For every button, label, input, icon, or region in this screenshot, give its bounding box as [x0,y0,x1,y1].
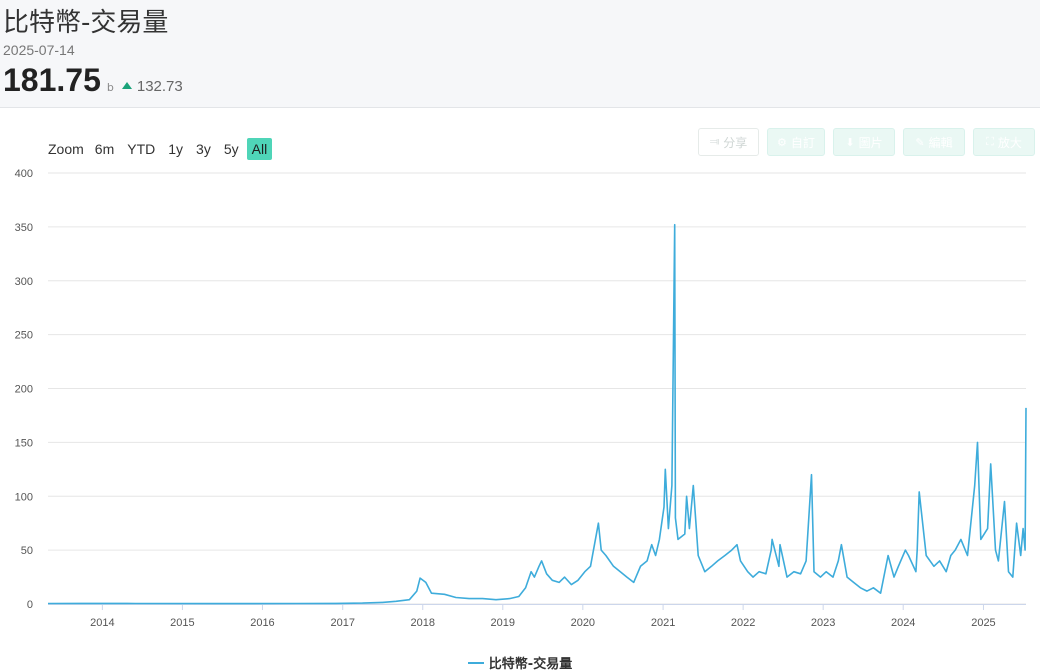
y-tick-label-0: 0 [27,599,33,611]
y-tick-label-50: 50 [21,545,33,557]
y-tick-label-250: 250 [15,330,33,342]
x-tick-label-2021: 2021 [651,617,675,629]
gridlines [48,172,1026,605]
header: 比特幣-交易量 2025-07-14 181.75 b 132.73 [0,0,1040,108]
x-tick-label-2019: 2019 [491,617,515,629]
up-arrow-icon [121,82,132,89]
x-tick-label-2016: 2016 [250,617,274,629]
latest-date: 2025-07-14 [3,42,75,58]
chart-toolbar: ⫥ 分享 ⚙ 自訂 ⬇ 圖片 ✎ 編輯 ⛶ 放大 [698,128,1040,156]
pencil-icon: ✎ [915,135,925,149]
x-tick-label-2025: 2025 [971,617,995,629]
share-icon: ⫥ [709,135,720,148]
y-tick-label-150: 150 [15,437,33,449]
y-tick-label-100: 100 [15,491,33,503]
legend-label: 比特幣-交易量 [488,657,573,672]
gear-icon: ⚙ [777,135,787,149]
latest-value: 181.75 [3,62,101,98]
range-button-ytd[interactable]: YTD [122,138,160,160]
share-button[interactable]: ⫥ 分享 [698,128,759,156]
line-chart: 050100150200250300350400 2014 2015 2016 201… [15,168,1027,629]
image-label: 圖片 [858,135,883,150]
fullscreen-label: 放大 [997,135,1022,150]
x-tick-label-2015: 2015 [170,617,194,629]
expand-icon: ⛶ [986,135,994,148]
series-line-0 [47,223,1027,605]
fullscreen-button[interactable]: ⛶ 放大 [973,128,1035,156]
range-selector: Zoom 6m YTD 1y 3y 5y All [48,138,275,160]
x-tick-label-2018: 2018 [411,617,435,629]
range-button-6m[interactable]: 6m [90,138,119,160]
x-tick-label-2023: 2023 [811,617,835,629]
range-button-all[interactable]: All [246,138,273,160]
x-tick-label-2014: 2014 [90,617,114,629]
y-tick-label-200: 200 [15,384,33,396]
edit-button[interactable]: ✎ 編輯 [903,128,965,156]
y-tick-label-400: 400 [15,168,33,180]
latest-value-row: 181.75 b 132.73 [3,62,183,100]
legend-swatch [467,661,484,664]
y-tick-label-350: 350 [15,222,33,234]
share-label: 分享 [723,135,748,150]
range-button-1y[interactable]: 1y [163,138,188,160]
y-tick-label-300: 300 [15,276,33,288]
x-tick-label-2017: 2017 [330,617,354,629]
range-button-3y[interactable]: 3y [191,138,216,160]
custom-button[interactable]: ⚙ 自訂 [767,128,825,156]
value-change: 132.73 [121,78,183,95]
edit-label: 編輯 [928,135,953,150]
y-axis: 0 50 100 150 200 250 300 350 400 [15,168,33,611]
x-tick-label-2024: 2024 [891,617,915,629]
image-button[interactable]: ⬇ 圖片 [833,128,895,156]
series-layer [47,223,1027,605]
page-title: 比特幣-交易量 [3,8,169,38]
custom-label: 自訂 [790,135,815,150]
range-button-5y[interactable]: 5y [219,138,244,160]
zoom-label: Zoom [48,141,84,157]
x-tick-label-2022: 2022 [731,617,755,629]
x-axis: 2014 2015 2016 2017 2018 2019 2020 2021 2022 2023… [48,604,1026,629]
download-icon: ⬇ [845,135,855,149]
x-tick-label-2020: 2020 [571,617,595,629]
change-value: 132.73 [136,78,183,95]
legend[interactable]: 比特幣-交易量 [0,653,1040,672]
value-unit: b [106,81,114,94]
